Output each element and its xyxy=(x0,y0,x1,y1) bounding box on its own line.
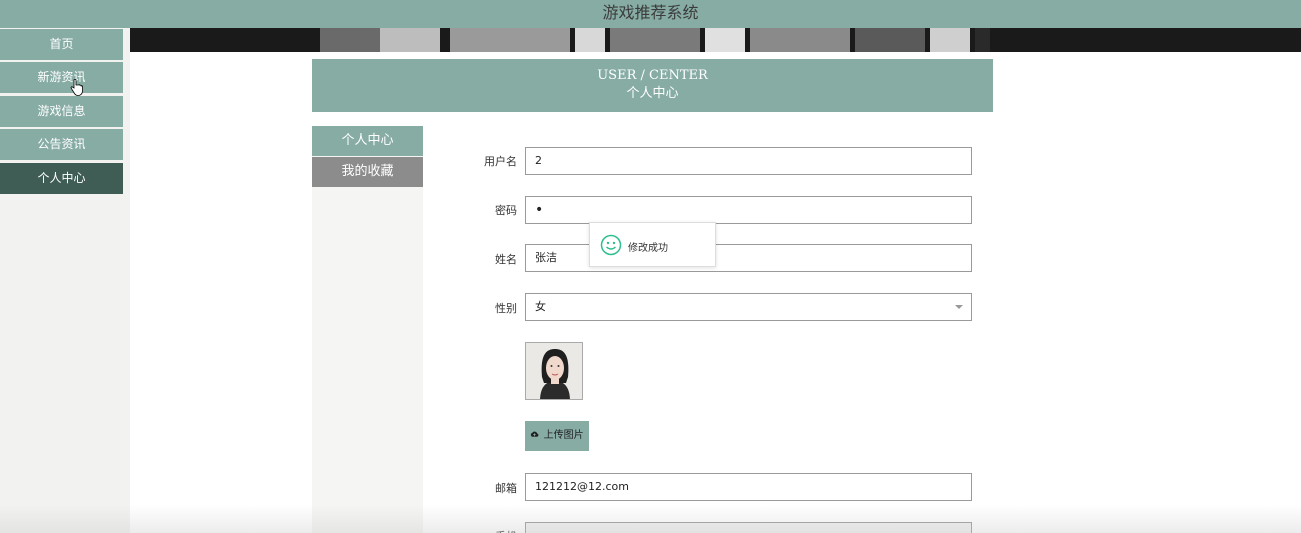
username-field[interactable]: 2 xyxy=(525,147,972,175)
subnav-item-label: 个人中心 xyxy=(341,133,394,148)
gender-label: 性别 xyxy=(495,302,517,315)
subnav-item-label: 我的收藏 xyxy=(341,164,394,179)
hand-pointer-icon xyxy=(70,79,83,96)
phone-label: 手机 xyxy=(457,528,517,533)
password-field[interactable]: • xyxy=(525,196,972,224)
upload-image-button[interactable]: 上传图片 xyxy=(525,421,589,451)
username-label: 用户名 xyxy=(484,155,517,168)
user-center-subnav: 个人中心 我的收藏 xyxy=(312,126,423,533)
email-field[interactable]: 121212@12.com xyxy=(525,473,972,501)
avatar xyxy=(525,342,583,400)
password-label: 密码 xyxy=(495,204,517,217)
sidebar-item-label: 个人中心 xyxy=(37,171,86,185)
sidebar-item-announcements[interactable]: 公告资讯 xyxy=(0,129,123,160)
sidebar-item-home[interactable]: 首页 xyxy=(0,29,123,60)
subnav-item-favorites[interactable]: 我的收藏 xyxy=(312,157,423,187)
success-toast: 修改成功 xyxy=(589,222,716,267)
sidebar-item-label: 首页 xyxy=(49,37,74,51)
phone-field[interactable] xyxy=(525,522,972,533)
email-label: 邮箱 xyxy=(495,482,517,495)
smile-icon xyxy=(600,234,622,256)
toast-message: 修改成功 xyxy=(628,243,668,254)
sidebar-item-label: 游戏信息 xyxy=(37,104,86,118)
user-center-title-cn: 个人中心 xyxy=(626,86,679,101)
email-value: 121212@12.com xyxy=(535,480,629,493)
sidebar-item-user-center[interactable]: 个人中心 xyxy=(0,163,123,194)
gender-select[interactable]: 女 xyxy=(525,293,972,321)
site-title: 游戏推荐系统 xyxy=(602,3,699,22)
banner-image xyxy=(130,28,1301,52)
sidebar-item-label: 公告资讯 xyxy=(37,137,86,151)
chevron-down-icon xyxy=(955,305,963,309)
user-center-title-en: USER / CENTER xyxy=(597,68,708,83)
subnav-item-profile[interactable]: 个人中心 xyxy=(312,126,423,156)
upload-image-label: 上传图片 xyxy=(543,430,584,441)
name-value: 张洁 xyxy=(535,251,557,264)
sidebar: 首页 新游资讯 游戏信息 公告资讯 个人中心 xyxy=(0,28,130,533)
user-center-header: USER / CENTER 个人中心 xyxy=(312,59,993,112)
avatar-portrait xyxy=(526,343,582,399)
name-label: 姓名 xyxy=(495,253,517,266)
cloud-upload-icon xyxy=(531,431,539,437)
sidebar-item-game-info[interactable]: 游戏信息 xyxy=(0,96,123,127)
sidebar-item-new-game-news[interactable]: 新游资讯 xyxy=(0,62,123,93)
gender-value: 女 xyxy=(535,300,546,313)
top-title-bar: 游戏推荐系统 xyxy=(0,0,1301,28)
password-value: • xyxy=(535,202,544,218)
username-value: 2 xyxy=(535,154,542,167)
